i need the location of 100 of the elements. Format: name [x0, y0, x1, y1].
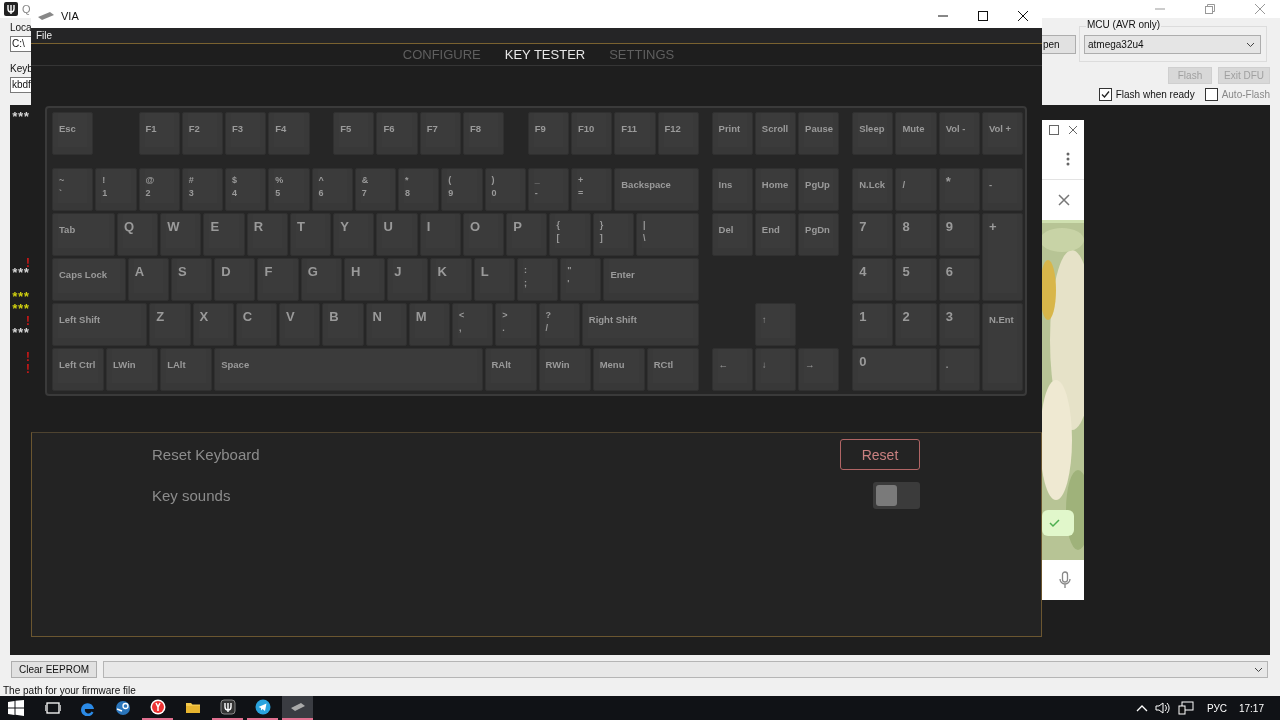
key-legend: F1	[145, 123, 157, 135]
key-legend: .	[945, 359, 949, 372]
key-legend: *	[405, 174, 409, 188]
menu-item[interactable]: File	[36, 30, 53, 41]
key-legend: 1	[859, 309, 867, 325]
tab[interactable]: KEY TESTER	[504, 47, 586, 62]
key-legend: Print	[718, 123, 741, 135]
key-legend: ↑	[761, 314, 767, 327]
checkbox-label: Flash when ready	[1115, 89, 1195, 100]
key-legend: /	[902, 179, 905, 192]
folder-icon	[184, 700, 201, 716]
mcu-dropdown[interactable]: atmega32u4	[1084, 35, 1261, 54]
key-legend: T	[296, 219, 305, 235]
key-legend: Mute	[902, 123, 925, 135]
key-legend: 0	[491, 187, 497, 201]
open-button[interactable]: pen	[1042, 35, 1076, 54]
key-legend: Space	[221, 359, 250, 372]
key-legend: ?	[545, 309, 552, 323]
key-legend: PgUp	[805, 179, 830, 192]
key-legend: ~	[59, 174, 65, 188]
key-legend: G	[307, 264, 318, 280]
keyboard-field[interactable]: kbdf	[10, 77, 33, 93]
key-legend: End	[761, 224, 780, 237]
key-legend: Z	[156, 309, 165, 325]
close-icon[interactable]	[1017, 9, 1029, 22]
console-line: ***	[11, 304, 29, 316]
key-legend: Pause	[805, 123, 834, 135]
key-legend: 7	[859, 219, 867, 235]
key-legend: Q	[123, 219, 134, 235]
more-icon[interactable]	[1066, 152, 1070, 166]
key-legend: F	[264, 264, 273, 280]
key-legend: Menu	[599, 359, 625, 372]
checkbox[interactable]	[1204, 88, 1218, 101]
reset-button[interactable]: Reset	[840, 439, 920, 470]
key-legend: <	[459, 309, 465, 323]
key-legend: [	[556, 232, 560, 246]
chevron-up-icon[interactable]	[1135, 704, 1148, 712]
key-legend: Esc	[59, 123, 76, 135]
key-legend: "	[567, 264, 572, 278]
key-legend: |	[642, 219, 646, 233]
key-legend: Enter	[610, 269, 635, 282]
key-legend: 2	[145, 187, 151, 201]
key-legend: Left Shift	[59, 314, 101, 327]
speaker-icon[interactable]	[1154, 701, 1171, 715]
clear-eeprom-button[interactable]: Clear EEPROM	[11, 661, 97, 678]
dropdown-value: atmega32u4	[1088, 39, 1144, 50]
chevron-down-icon	[1254, 666, 1263, 673]
key-legend: Vol +	[988, 123, 1012, 135]
maximize-icon[interactable]	[977, 9, 989, 22]
key-legend: N	[372, 309, 382, 325]
network-icon[interactable]	[1177, 701, 1194, 715]
clock[interactable]: 17:17	[1238, 702, 1264, 714]
window-title: VIA	[61, 9, 79, 22]
key-legend: #	[188, 174, 194, 188]
key-legend: W	[167, 219, 180, 235]
checkbox[interactable]	[1098, 88, 1112, 101]
message-bubble	[1042, 510, 1074, 536]
key-legend: I	[426, 219, 431, 235]
key-legend: F5	[340, 123, 352, 135]
key-legend: ↓	[761, 359, 767, 372]
chevron-down-icon	[1246, 41, 1255, 48]
key-legend: Home	[761, 179, 789, 192]
key-legend: A	[134, 264, 145, 280]
console-line: !	[24, 352, 30, 364]
key-legend: 3	[945, 309, 953, 325]
status-text: The path for your firmware file	[2, 684, 137, 696]
key-legend: F6	[383, 123, 395, 135]
key-legend: F3	[232, 123, 244, 135]
maximize-icon	[1049, 124, 1059, 135]
setting-label: Key sounds	[152, 487, 231, 504]
key-legend: \	[642, 232, 646, 246]
key-legend: :	[523, 264, 527, 278]
key-legend: S	[177, 264, 187, 280]
language-indicator[interactable]: РУС	[1206, 702, 1227, 714]
key-legend: 8	[405, 187, 410, 201]
microphone-icon[interactable]	[1059, 571, 1071, 589]
key-legend: K	[437, 264, 447, 280]
key-legend: 1	[102, 187, 108, 201]
file-path-field[interactable]: C:\	[10, 36, 33, 52]
key-legend: F10	[578, 123, 595, 135]
browser-icon	[149, 699, 166, 715]
key-legend: P	[513, 219, 522, 235]
key-legend: '	[567, 277, 570, 291]
key-legend: N.Ent	[988, 314, 1014, 327]
key-legend: ;	[523, 277, 527, 291]
key-legend: )	[491, 174, 495, 188]
key-legend: Vol -	[945, 123, 966, 135]
key-legend: -	[988, 179, 993, 192]
key-legend: 6	[945, 264, 953, 280]
key-legend: N.Lck	[859, 179, 885, 192]
key-legend: 2	[902, 309, 910, 325]
key-legend: F11	[621, 123, 638, 135]
restore-icon[interactable]	[1204, 3, 1216, 15]
key-legend: RAlt	[491, 359, 512, 372]
toggle-switch[interactable]	[873, 482, 920, 509]
console-line: ***	[11, 268, 29, 280]
key-legend: Ins	[718, 179, 733, 192]
key-legend: 4	[232, 187, 237, 201]
taskbar-button[interactable]	[212, 696, 243, 720]
key-legend: Left Ctrl	[59, 359, 96, 372]
